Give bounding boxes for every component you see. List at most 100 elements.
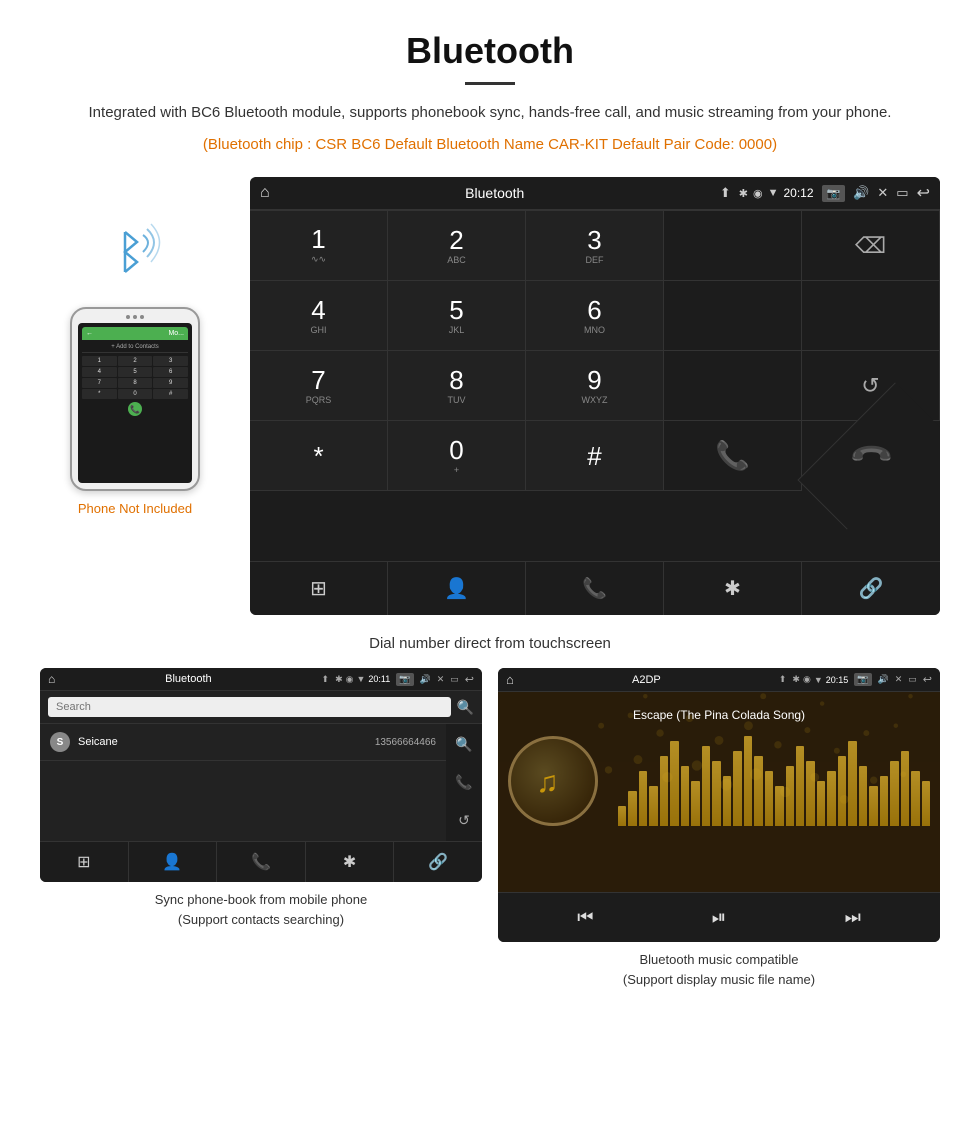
dial-key-1[interactable]: 1 ∿∿ <box>250 211 388 281</box>
pb-nav-bluetooth[interactable]: ✱ <box>306 842 395 882</box>
music-close-icon[interactable]: ✕ <box>895 674 903 685</box>
dial-letters: PQRS <box>306 395 332 405</box>
phone-not-included-label: Phone Not Included <box>78 501 192 516</box>
music-play-pause-button[interactable]: ⏯ <box>702 903 736 932</box>
pb-nav-contacts[interactable]: 👤 <box>129 842 218 882</box>
eq-bar <box>911 771 919 826</box>
pb-bottom-bar: ⊞ 👤 📞 ✱ 🔗 <box>40 841 482 882</box>
volume-icon[interactable]: 🔊 <box>853 185 869 201</box>
pb-nav-phone[interactable]: 📞 <box>217 842 306 882</box>
music-status-icons: ✱ ◉ ▼ 20:15 <box>792 674 848 685</box>
pb-side-call-icon[interactable]: 📞 <box>455 774 472 791</box>
phone-key-5[interactable]: 5 <box>118 367 153 377</box>
nav-contacts-icon[interactable]: 👤 <box>388 562 526 615</box>
music-vol-icon[interactable]: 🔊 <box>878 674 889 685</box>
dial-number: # <box>587 443 601 469</box>
eq-bar <box>890 761 898 826</box>
status-icons: ✱ ◉ ▼ 20:12 <box>739 186 814 200</box>
pb-home-icon[interactable]: ⌂ <box>48 672 55 686</box>
eq-bar <box>786 766 794 826</box>
phone-key-star[interactable]: * <box>82 389 117 399</box>
dial-number: 0 <box>449 437 463 463</box>
window-icon[interactable]: ▭ <box>896 185 908 201</box>
dial-key-8[interactable]: 8 TUV <box>388 351 526 421</box>
music-prev-button[interactable]: ⏮ <box>567 903 603 932</box>
music-next-button[interactable]: ⏭ <box>835 903 871 932</box>
pb-loc-icon: ◉ <box>346 674 354 685</box>
nav-bluetooth-icon[interactable]: ✱ <box>664 562 802 615</box>
dialpad-grid: 1 ∿∿ 2 ABC 3 DEF ⌫ 4 GHI <box>250 210 940 561</box>
close-icon[interactable]: ✕ <box>877 185 888 201</box>
phone-key-7[interactable]: 7 <box>82 378 117 388</box>
phone-call-button[interactable]: 📞 <box>128 402 142 416</box>
phone-key-8[interactable]: 8 <box>118 378 153 388</box>
dial-key-3[interactable]: 3 DEF <box>526 211 664 281</box>
music-loc-icon: ◉ <box>803 674 811 685</box>
pb-search-input[interactable] <box>48 697 451 717</box>
pb-vol-icon[interactable]: 🔊 <box>420 674 431 685</box>
eq-bar <box>817 781 825 826</box>
nav-link-icon[interactable]: 🔗 <box>802 562 940 615</box>
dial-key-2[interactable]: 2 ABC <box>388 211 526 281</box>
phone-dot <box>126 315 130 319</box>
dial-key-9[interactable]: 9 WXYZ <box>526 351 664 421</box>
dial-key-4[interactable]: 4 GHI <box>250 281 388 351</box>
phone-key-9[interactable]: 9 <box>153 378 188 388</box>
phone-key-2[interactable]: 2 <box>118 356 153 366</box>
dial-call-button[interactable]: 📞 <box>664 421 802 491</box>
dial-key-star[interactable]: * <box>250 421 388 491</box>
music-caption-text: Bluetooth music compatible(Support displ… <box>623 952 815 987</box>
phone-dialpad: 1 2 3 4 5 6 7 8 9 * 0 # <box>82 356 188 399</box>
dial-number: 6 <box>587 297 601 323</box>
phone-key-hash[interactable]: # <box>153 389 188 399</box>
dial-key-hash[interactable]: # <box>526 421 664 491</box>
dial-display-area <box>664 211 802 281</box>
nav-dialpad-icon[interactable]: ⊞ <box>250 562 388 615</box>
dial-key-0[interactable]: 0 + <box>388 421 526 491</box>
phone-key-4[interactable]: 4 <box>82 367 117 377</box>
music-home-icon[interactable]: ⌂ <box>506 672 514 687</box>
svg-text:♫: ♫ <box>536 766 559 799</box>
dial-number: 4 <box>311 297 325 323</box>
pb-contact-row[interactable]: S Seicane 13566664466 <box>40 724 446 761</box>
back-icon[interactable]: ↩ <box>917 183 930 203</box>
dial-key-5[interactable]: 5 JKL <box>388 281 526 351</box>
phone-screen: ← Mo... + Add to Contacts 1 2 3 4 5 6 7 … <box>78 323 192 483</box>
pb-back-icon[interactable]: ↩ <box>465 673 474 686</box>
dial-backspace[interactable]: ⌫ <box>802 211 940 281</box>
location-status-icon: ◉ <box>753 187 763 200</box>
phone-top-bar <box>78 315 192 319</box>
phone-screen-header: ← Mo... <box>82 327 188 340</box>
nav-phone-icon[interactable]: 📞 <box>526 562 664 615</box>
pb-side-refresh-icon[interactable]: ↺ <box>458 812 470 829</box>
pb-nav-link[interactable]: 🔗 <box>394 842 482 882</box>
pb-search-icon[interactable]: 🔍 <box>457 699 474 716</box>
music-statusbar: ⌂ A2DP ⬆ ✱ ◉ ▼ 20:15 📷 🔊 ✕ ▭ ↩ <box>498 668 940 692</box>
pb-contact-number: 13566664466 <box>375 737 436 748</box>
eq-bar <box>838 756 846 826</box>
phone-key-6[interactable]: 6 <box>153 367 188 377</box>
dial-letters: MNO <box>584 325 605 335</box>
dial-key-7[interactable]: 7 PQRS <box>250 351 388 421</box>
music-col: ⌂ A2DP ⬆ ✱ ◉ ▼ 20:15 📷 🔊 ✕ ▭ ↩ <box>498 668 940 989</box>
pb-side-search-icon[interactable]: 🔍 <box>455 736 472 753</box>
description-text: Integrated with BC6 Bluetooth module, su… <box>40 101 940 125</box>
music-win-icon[interactable]: ▭ <box>908 674 917 685</box>
dial-empty-1 <box>664 281 802 351</box>
pb-win-icon[interactable]: ▭ <box>450 674 459 685</box>
dial-number: 1 <box>311 226 325 252</box>
pb-nav-dialpad[interactable]: ⊞ <box>40 842 129 882</box>
home-icon[interactable]: ⌂ <box>260 184 270 202</box>
phone-key-1[interactable]: 1 <box>82 356 117 366</box>
dial-empty-2 <box>802 281 940 351</box>
wifi-status-icon: ▼ <box>768 187 779 199</box>
eq-bar <box>618 806 626 826</box>
eq-bar <box>901 751 909 826</box>
eq-bar <box>869 786 877 826</box>
phone-key-3[interactable]: 3 <box>153 356 188 366</box>
music-back-icon[interactable]: ↩ <box>923 673 932 686</box>
dial-key-6[interactable]: 6 MNO <box>526 281 664 351</box>
pb-close-icon[interactable]: ✕ <box>437 674 445 685</box>
phone-key-0[interactable]: 0 <box>118 389 153 399</box>
eq-bar <box>681 766 689 826</box>
